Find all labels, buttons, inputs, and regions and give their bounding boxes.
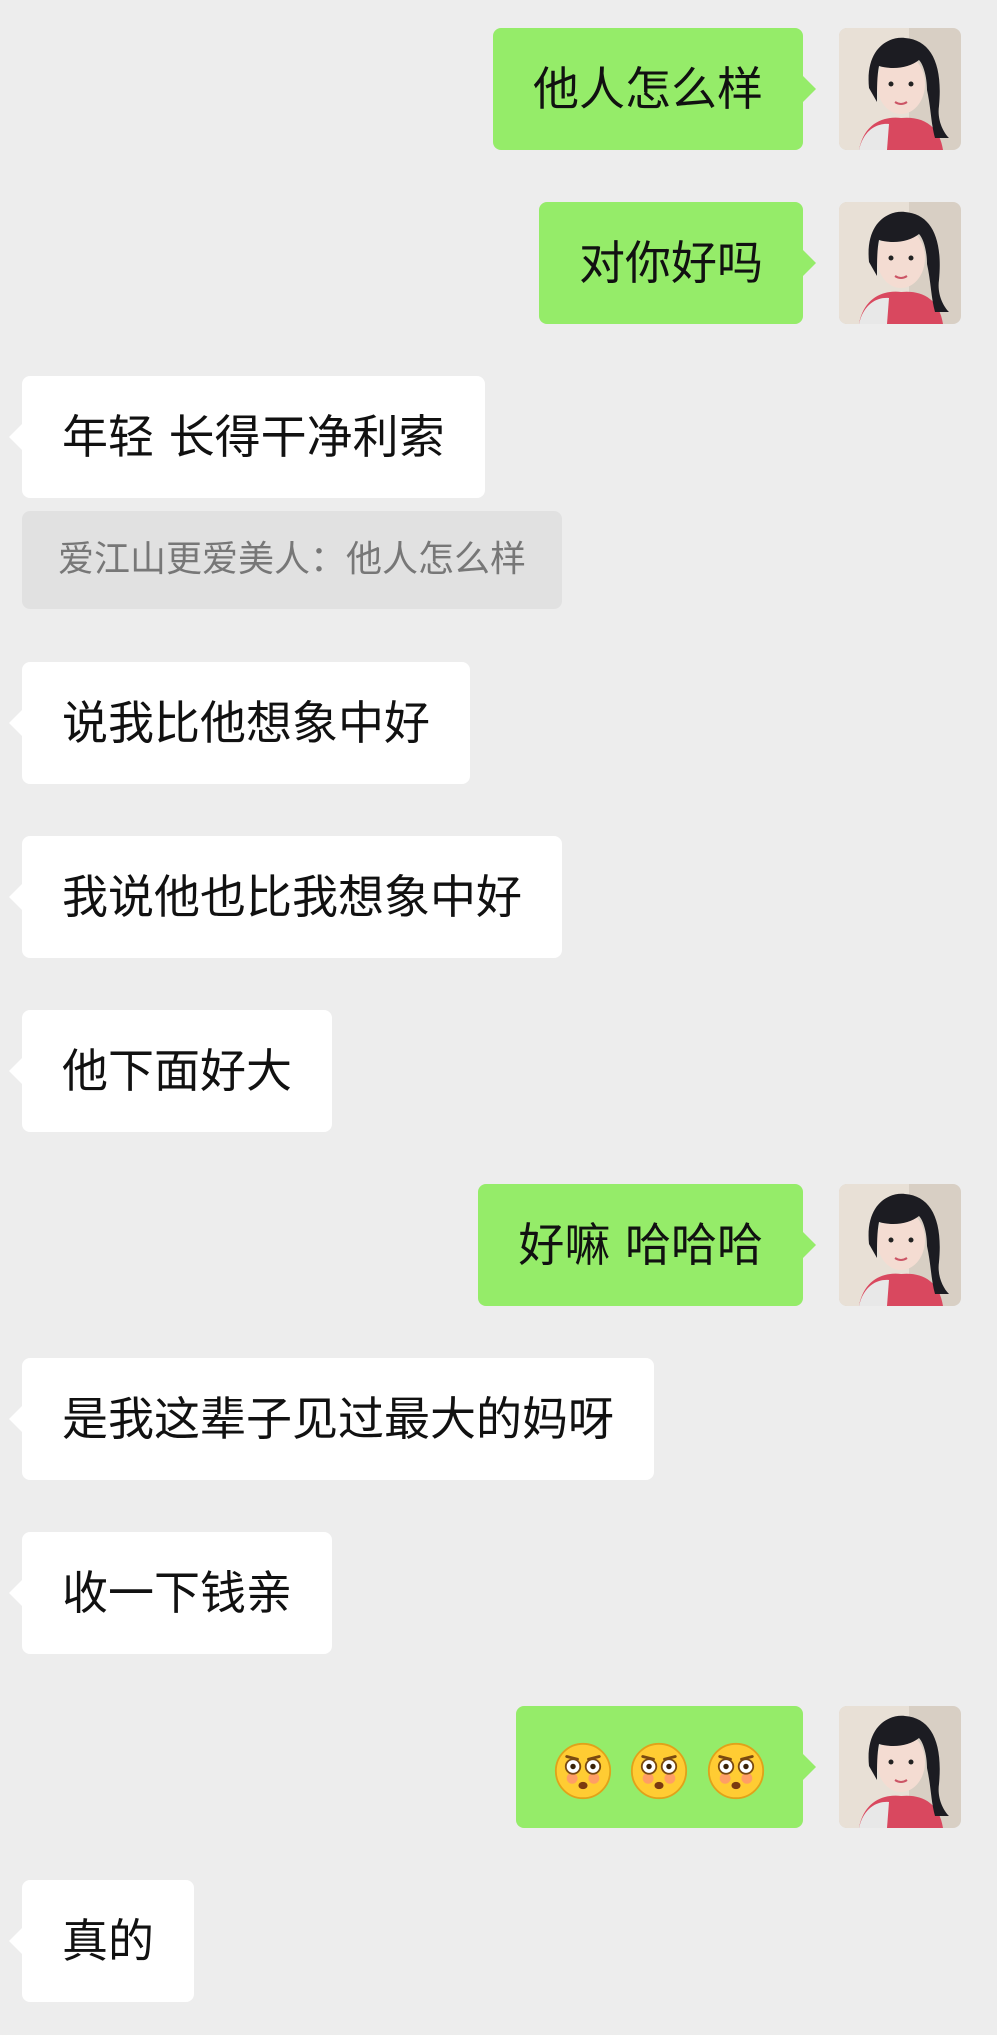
avatar-photo-icon [839, 1706, 961, 1828]
message-bubble-incoming[interactable]: 是我这辈子见过最大的妈呀 [9, 1358, 654, 1480]
avatar[interactable] [839, 1184, 961, 1306]
message-row-incoming: 收一下钱亲 [9, 1532, 332, 1654]
avatar-photo-icon [839, 28, 961, 150]
message-row-incoming: 说我比他想象中好 [9, 662, 470, 784]
message-row-outgoing: 对你好吗 [539, 202, 961, 324]
message-bubble-incoming[interactable]: 真的 [9, 1880, 194, 2002]
quoted-reply[interactable]: 爱江山更爱美人：他人怎么样 [22, 511, 563, 609]
message-row-incoming: 他下面好大 [9, 1010, 332, 1132]
message-row-outgoing: 他人怎么样 [493, 28, 961, 150]
flushed-face-icon [707, 1742, 765, 1799]
message-bubble-incoming[interactable]: 他下面好大 [9, 1010, 332, 1132]
message-row-incoming: 是我这辈子见过最大的妈呀 [9, 1358, 654, 1480]
message-bubble-incoming[interactable]: 收一下钱亲 [9, 1532, 332, 1654]
message-row-incoming: 年轻 长得干净利索 [9, 376, 485, 498]
chat-area[interactable]: 他人怎么样 对你好吗 年轻 长得干净利索 爱江山更爱美人：他人怎么样 说我比他想… [0, 0, 997, 2035]
avatar[interactable] [839, 202, 961, 324]
flushed-face-icon [554, 1742, 611, 1799]
message-bubble-incoming[interactable]: 年轻 长得干净利索 [9, 376, 485, 498]
message-bubble-outgoing[interactable]: 对你好吗 [539, 202, 816, 324]
message-bubble-outgoing[interactable] [515, 1706, 817, 1828]
avatar-photo-icon [839, 1184, 961, 1306]
message-bubble-outgoing[interactable]: 他人怎么样 [493, 28, 816, 150]
message-row-outgoing: 好嘛 哈哈哈 [478, 1184, 961, 1306]
message-bubble-incoming[interactable]: 说我比他想象中好 [9, 662, 470, 784]
message-row-incoming: 真的 [9, 1880, 194, 2002]
avatar[interactable] [839, 1706, 961, 1828]
avatar-photo-icon [839, 202, 961, 324]
message-row-incoming: 我说他也比我想象中好 [9, 836, 562, 958]
avatar[interactable] [839, 28, 961, 150]
flushed-face-icon [631, 1742, 688, 1799]
message-row-outgoing [515, 1706, 961, 1828]
message-bubble-outgoing[interactable]: 好嘛 哈哈哈 [478, 1184, 816, 1306]
message-bubble-incoming[interactable]: 我说他也比我想象中好 [9, 836, 562, 958]
